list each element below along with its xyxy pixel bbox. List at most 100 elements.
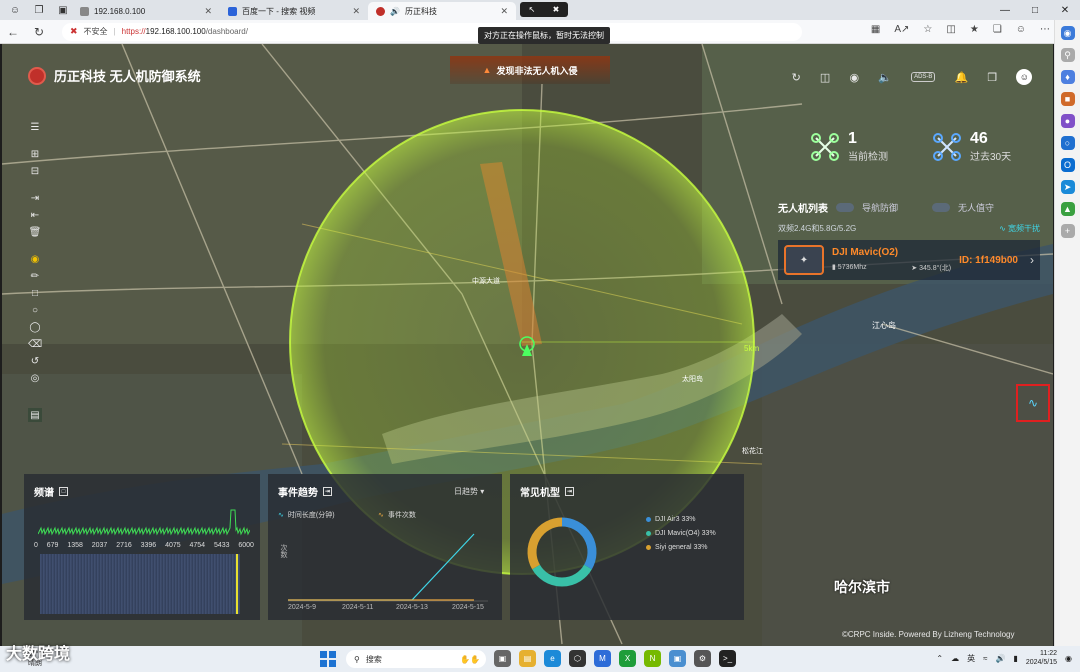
read-aloud-icon[interactable]: A↗	[894, 24, 909, 35]
donut-slice[interactable]	[561, 517, 597, 570]
eraser-icon[interactable]: ⌫	[28, 337, 42, 351]
chevron-up-icon[interactable]: ⌃	[936, 654, 943, 663]
wifi-icon[interactable]: ≈	[983, 654, 987, 663]
bell-icon[interactable]: 🔔	[955, 71, 969, 84]
office-icon[interactable]: ○	[1060, 136, 1075, 150]
close-tab-icon[interactable]: ✕	[500, 6, 508, 17]
maximize-button[interactable]: □	[1020, 0, 1050, 20]
bearing-icon: ➤	[911, 265, 920, 272]
games-icon[interactable]: ●	[1060, 114, 1075, 128]
battery-icon[interactable]: ▮	[1013, 654, 1017, 663]
outlook-icon[interactable]: O	[1060, 158, 1075, 172]
close-tab-icon[interactable]: ✕	[204, 6, 212, 17]
task-view-icon[interactable]: ▣	[494, 650, 511, 667]
send-icon[interactable]: ➤	[1060, 180, 1075, 194]
tab-actions-icon[interactable]: ▣	[54, 2, 72, 18]
chart-icon[interactable]: ▤	[28, 408, 42, 422]
add-icon[interactable]: +	[1060, 224, 1075, 238]
import-icon[interactable]: ⇥	[28, 191, 42, 205]
close-window-button[interactable]: ✕	[1050, 0, 1080, 20]
url-field[interactable]: ✖ 不安全 | https://192.168.100.100/dashboar…	[62, 22, 802, 41]
app-available-icon[interactable]: ▦	[871, 24, 880, 35]
polygon-icon[interactable]: ◯	[28, 320, 42, 334]
trend-range-select[interactable]: 日趋势 ▾	[454, 486, 484, 497]
clock[interactable]: 11:22 2024/5/15	[1026, 649, 1057, 667]
layers-icon[interactable]: ❐	[987, 71, 997, 84]
nvidia-icon[interactable]: N	[644, 650, 661, 667]
tab-1[interactable]: 百度一下 - 搜索 视频 ✕	[220, 2, 368, 20]
tag-icon[interactable]: ♦	[1060, 70, 1075, 84]
history-icon[interactable]: ↺	[28, 354, 42, 368]
tree-icon[interactable]: ▲	[1060, 202, 1075, 216]
map-icon[interactable]: ◫	[820, 71, 830, 84]
search-icon: ⚲	[354, 654, 360, 664]
close-icon[interactable]: ✖	[553, 5, 560, 14]
workspaces-icon[interactable]: ❐	[30, 2, 48, 18]
expand-icon[interactable]: □	[59, 487, 68, 496]
jam-button[interactable]: ∿ 宽频干扰	[999, 223, 1040, 234]
user-avatar-icon[interactable]: ☺	[1016, 69, 1033, 85]
profile-icon[interactable]: ☺	[1016, 24, 1026, 35]
legend-item: Siyi general 33%	[646, 544, 708, 551]
speaker-icon[interactable]: 🔈	[878, 71, 892, 84]
favorite-icon[interactable]: ☆	[923, 24, 932, 35]
unattended-toggle[interactable]	[932, 203, 951, 212]
taskbar-search[interactable]: ⚲ 搜索 ✋✋	[346, 650, 486, 668]
book-icon[interactable]: ☰	[28, 120, 42, 134]
minimize-button[interactable]: —	[990, 0, 1020, 20]
uav-list-item[interactable]: ✦ DJI Mavic(O2) ▮ 5736Mhz ➤ 345.8°(北) ID…	[778, 240, 1040, 280]
cloud-icon[interactable]: ☁	[951, 654, 959, 663]
start-button[interactable]	[320, 651, 336, 667]
spectrum-tick: 4075	[165, 542, 181, 549]
eye-icon[interactable]: ◉	[849, 71, 859, 84]
close-tab-icon[interactable]: ✕	[352, 6, 360, 17]
search-icon[interactable]: ⚲	[1060, 48, 1075, 62]
zoom-in-icon[interactable]: ⊞	[28, 147, 42, 161]
expand-icon[interactable]: ⇥	[323, 487, 332, 496]
back-icon[interactable]: ←	[0, 25, 26, 39]
refresh-icon[interactable]: ↻	[792, 71, 801, 84]
donut-slice[interactable]	[527, 517, 563, 570]
audio-icon[interactable]: 🔊	[390, 7, 400, 16]
rectangle-icon[interactable]: □	[28, 286, 42, 300]
settings-icon[interactable]: ⚙	[694, 650, 711, 667]
adsb-button[interactable]: ADS-B	[911, 72, 936, 82]
app-icon[interactable]: ▣	[669, 650, 686, 667]
ruler-icon[interactable]: ✏	[28, 269, 42, 283]
export-icon[interactable]: ⇤	[28, 208, 42, 222]
xbox-icon[interactable]: X	[619, 650, 636, 667]
collections-icon[interactable]: ❏	[993, 24, 1002, 35]
target-icon[interactable]: ◎	[28, 371, 42, 385]
file-explorer-icon[interactable]: ▤	[519, 650, 536, 667]
app-icon[interactable]: M	[594, 650, 611, 667]
nav-defense-toggle[interactable]	[836, 203, 854, 212]
intrusion-alert[interactable]: ▲ 发现非法无人机入侵	[450, 56, 610, 84]
tab-0[interactable]: 192.168.0.100 ✕	[72, 2, 220, 20]
more-icon[interactable]: ⋯	[1040, 24, 1050, 35]
trash-icon[interactable]: 🗑	[28, 225, 42, 239]
tools-icon[interactable]: ■	[1060, 92, 1075, 106]
remote-control-badge[interactable]: ↖ ✖	[520, 2, 568, 17]
circle-icon[interactable]: ○	[28, 303, 42, 317]
copilot-icon[interactable]: ◉	[1060, 26, 1075, 40]
tab-2[interactable]: 🔊 历正科技 ✕	[368, 2, 516, 20]
split-screen-icon[interactable]: ◫	[946, 24, 955, 35]
profile-icon[interactable]: ☺	[6, 2, 24, 18]
edge-icon[interactable]: e	[544, 650, 561, 667]
zoom-out-icon[interactable]: ⊟	[28, 164, 42, 178]
chevron-right-icon[interactable]: ›	[1030, 253, 1034, 267]
uav-list-title: 无人机列表	[778, 204, 828, 215]
spectrum-tick: 3396	[140, 542, 157, 549]
compass-icon[interactable]: ◉	[28, 252, 42, 266]
signal-toggle-button[interactable]: ∿	[1016, 384, 1050, 422]
volume-icon[interactable]: 🔊	[995, 654, 1005, 663]
expand-icon[interactable]: ⇥	[565, 487, 574, 496]
reload-icon[interactable]: ↻	[26, 25, 52, 39]
favorites-icon[interactable]: ★	[970, 24, 979, 35]
ime-indicator[interactable]: 英	[967, 653, 975, 664]
terminal-icon[interactable]: >_	[719, 650, 736, 667]
notification-icon[interactable]: ◉	[1065, 654, 1072, 663]
app-icon[interactable]: ⬡	[569, 650, 586, 667]
donut-slice[interactable]	[532, 564, 592, 587]
legend-label: DJI Mavic(O4) 33%	[655, 530, 716, 537]
